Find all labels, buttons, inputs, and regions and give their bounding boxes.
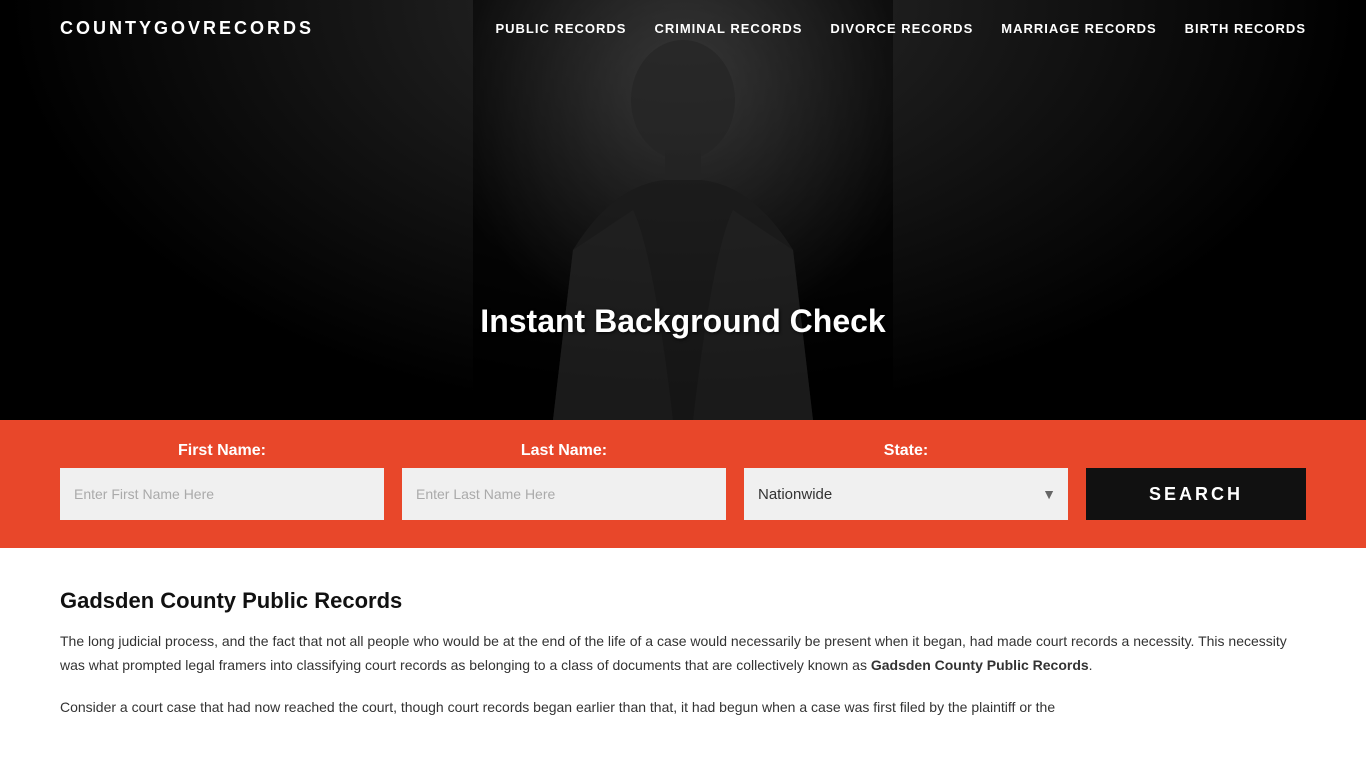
- state-label: State:: [744, 442, 1068, 460]
- content-title: Gadsden County Public Records: [60, 588, 1306, 614]
- last-name-input[interactable]: [402, 468, 726, 520]
- content-paragraph-2: Consider a court case that had now reach…: [60, 696, 1306, 720]
- state-field: State: NationwideAlabamaAlaskaArizonaArk…: [744, 442, 1068, 520]
- paragraph-1-text: The long judicial process, and the fact …: [60, 633, 1287, 673]
- state-select-wrapper: NationwideAlabamaAlaskaArizonaArkansasCa…: [744, 468, 1068, 520]
- nav-criminal-records[interactable]: CRIMINAL RECORDS: [654, 21, 802, 36]
- first-name-input[interactable]: [60, 468, 384, 520]
- content-section: Gadsden County Public Records The long j…: [0, 548, 1366, 777]
- nav-divorce-records[interactable]: DIVORCE RECORDS: [830, 21, 973, 36]
- hero-section: Instant Background Check: [0, 0, 1366, 420]
- first-name-field: First Name:: [60, 442, 384, 520]
- hero-title: Instant Background Check: [480, 303, 885, 340]
- paragraph-1-end: .: [1089, 657, 1093, 673]
- nav-public-records[interactable]: PUBLIC RECORDS: [495, 21, 626, 36]
- main-nav: PUBLIC RECORDS CRIMINAL RECORDS DIVORCE …: [495, 21, 1306, 36]
- nav-marriage-records[interactable]: MARRIAGE RECORDS: [1001, 21, 1156, 36]
- last-name-field: Last Name:: [402, 442, 726, 520]
- bold-text: Gadsden County Public Records: [871, 657, 1089, 673]
- search-button[interactable]: SEARCH: [1086, 468, 1306, 520]
- first-name-label: First Name:: [60, 442, 384, 460]
- header: COUNTYGOVRECORDS PUBLIC RECORDS CRIMINAL…: [0, 0, 1366, 57]
- hero-person-image: [473, 0, 893, 420]
- search-bar: First Name: Last Name: State: Nationwide…: [0, 420, 1366, 548]
- site-logo[interactable]: COUNTYGOVRECORDS: [60, 18, 314, 39]
- content-paragraph-1: The long judicial process, and the fact …: [60, 630, 1306, 678]
- state-select[interactable]: NationwideAlabamaAlaskaArizonaArkansasCa…: [744, 468, 1068, 520]
- nav-birth-records[interactable]: BIRTH RECORDS: [1185, 21, 1306, 36]
- last-name-label: Last Name:: [402, 442, 726, 460]
